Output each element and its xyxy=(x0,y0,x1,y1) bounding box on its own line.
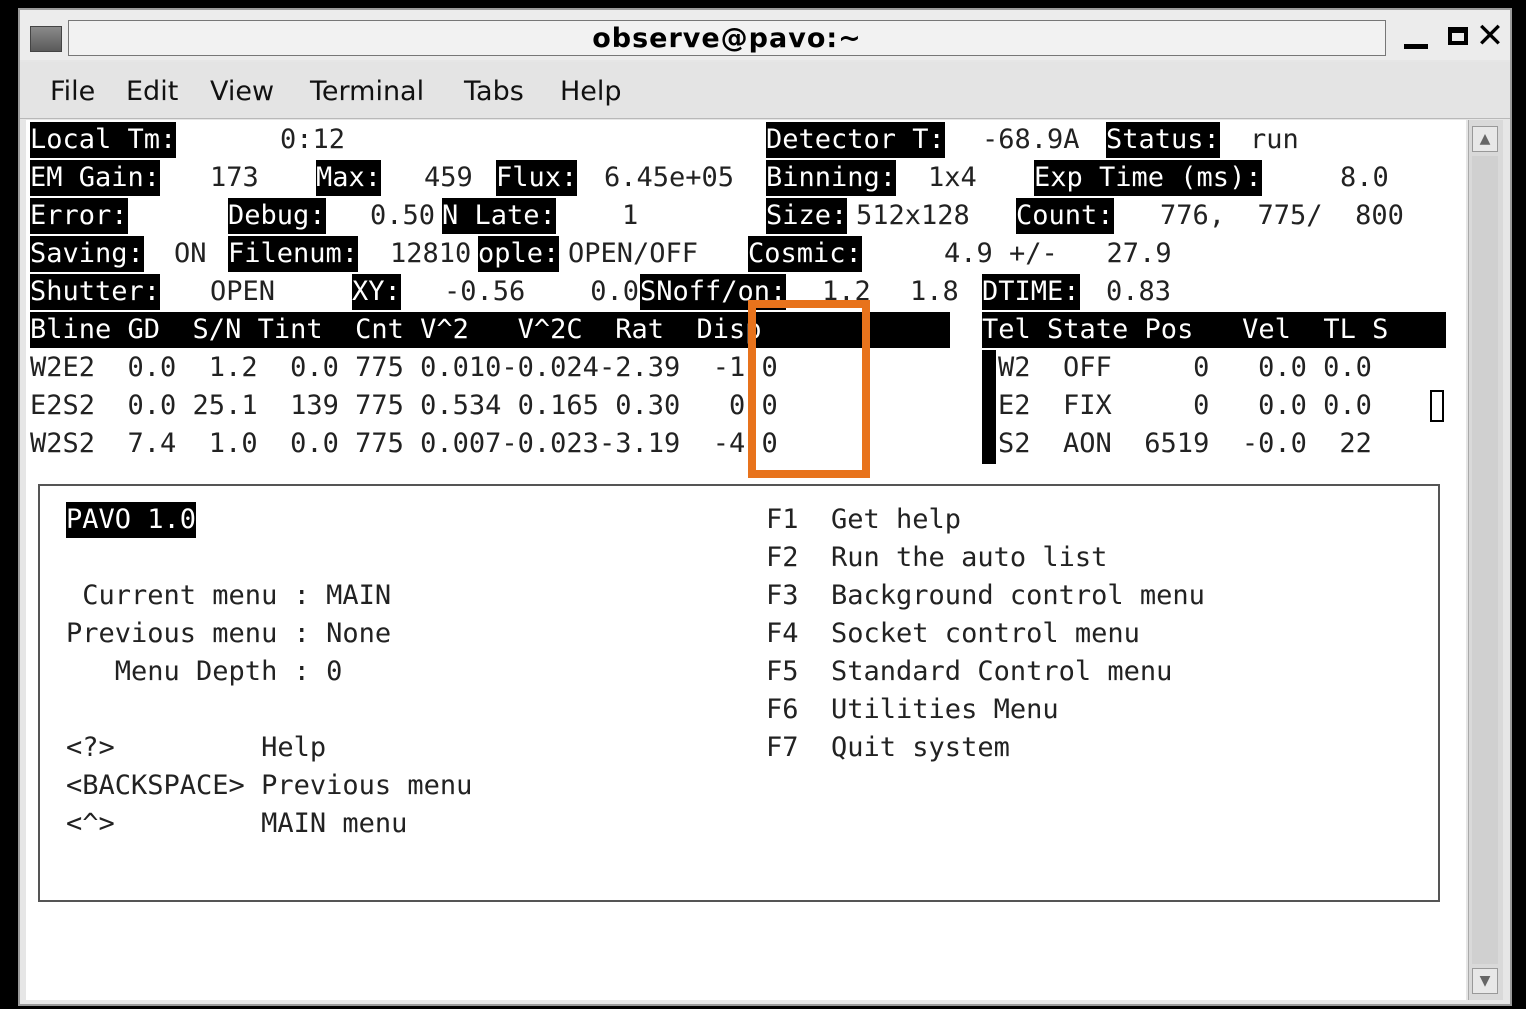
count-value: 776, 775/ 800 xyxy=(1160,200,1404,231)
menu-bar: File Edit View Terminal Tabs Help xyxy=(20,62,1510,119)
f3-background-control: F3 Background control menu xyxy=(766,580,1205,611)
max-value: 459 xyxy=(424,162,473,193)
baseline-row-w2s2: W2S2 7.4 1.0 0.0 775 0.007-0.023-3.19 -4… xyxy=(30,428,778,459)
vertical-scrollbar[interactable]: ▲ ▼ xyxy=(1468,120,1503,1000)
f1-get-help: F1 Get help xyxy=(766,504,962,535)
key-help: <?> Help xyxy=(66,732,327,763)
menu-view[interactable]: View xyxy=(210,76,274,107)
f2-run-auto-list: F2 Run the auto list xyxy=(766,542,1108,573)
saving-label: Saving: xyxy=(30,236,144,272)
ople-label: ople: xyxy=(478,236,560,272)
telescope-table-header: Tel State Pos Vel TL S xyxy=(982,312,1446,348)
binning-value: 1x4 xyxy=(928,162,977,193)
n-late-label: N Late: xyxy=(442,198,556,234)
menu-tabs[interactable]: Tabs xyxy=(464,76,524,107)
binning-label: Binning: xyxy=(766,160,897,196)
menu-file[interactable]: File xyxy=(50,76,95,107)
snoff-value-2: 1.8 xyxy=(910,276,959,307)
menu-terminal[interactable]: Terminal xyxy=(310,76,424,107)
flux-value: 6.45e+05 xyxy=(604,162,735,193)
text-cursor xyxy=(1430,390,1444,422)
app-version-title: PAVO 1.0 xyxy=(66,502,197,538)
size-value: 512x128 xyxy=(856,200,970,231)
f7-quit-system: F7 Quit system xyxy=(766,732,1010,763)
dtime-value: 0.83 xyxy=(1106,276,1172,307)
scroll-up-icon[interactable]: ▲ xyxy=(1472,126,1498,152)
menu-edit[interactable]: Edit xyxy=(126,76,178,107)
dtime-label: DTIME: xyxy=(982,274,1080,310)
key-previous-menu: <BACKSPACE> Previous menu xyxy=(66,770,473,801)
shutter-value: OPEN xyxy=(210,276,276,307)
local-tm-value: 0:12 xyxy=(280,124,346,155)
xy-label: XY: xyxy=(352,274,401,310)
flux-label: Flux: xyxy=(496,160,578,196)
status-value: run xyxy=(1250,124,1299,155)
local-tm-label: Local Tm: xyxy=(30,122,177,158)
f6-utilities-menu: F6 Utilities Menu xyxy=(766,694,1059,725)
error-label: Error: xyxy=(30,198,128,234)
cosmic-value: 4.9 +/- 27.9 xyxy=(944,238,1172,269)
disp-column-highlight xyxy=(748,300,870,478)
f4-socket-control: F4 Socket control menu xyxy=(766,618,1140,649)
menu-help[interactable]: Help xyxy=(560,76,622,107)
size-label: Size: xyxy=(766,198,848,234)
debug-label: Debug: xyxy=(228,198,326,234)
count-label: Count: xyxy=(1016,198,1114,234)
menu-depth-text: Menu Depth : 0 xyxy=(66,656,343,687)
filenum-value: 12810 xyxy=(390,238,472,269)
telescope-row-e2: E2 FIX 0 0.0 0.0 xyxy=(998,390,1372,421)
minimize-button[interactable] xyxy=(1398,16,1434,56)
window-title: observe@pavo:~ xyxy=(68,20,1386,56)
maximize-icon xyxy=(1448,27,1468,45)
ople-value: OPEN/OFF xyxy=(568,238,699,269)
saving-value: ON xyxy=(174,238,207,269)
f5-standard-control: F5 Standard Control menu xyxy=(766,656,1173,687)
max-label: Max: xyxy=(316,160,382,196)
maximize-button[interactable] xyxy=(1440,16,1476,56)
filenum-label: Filenum: xyxy=(228,236,359,272)
telescope-row-w2: W2 OFF 0 0.0 0.0 xyxy=(998,352,1372,383)
title-bar[interactable]: observe@pavo:~ ✕ xyxy=(20,10,1510,60)
status-label: Status: xyxy=(1106,122,1220,158)
em-gain-value: 173 xyxy=(210,162,259,193)
exp-time-label: Exp Time (ms): xyxy=(1034,160,1262,196)
current-menu-text: Current menu : MAIN xyxy=(66,580,392,611)
minimize-icon xyxy=(1404,43,1428,49)
detector-t-value: -68.9A xyxy=(982,124,1080,155)
previous-menu-text: Previous menu : None xyxy=(66,618,392,649)
debug-value: 0.50 xyxy=(370,200,436,231)
close-icon: ✕ xyxy=(1475,16,1505,56)
em-gain-label: EM Gain: xyxy=(30,160,161,196)
xy-value: -0.56 0.0 xyxy=(444,276,640,307)
shutter-label: Shutter: xyxy=(30,274,161,310)
baseline-row-w2e2: W2E2 0.0 1.2 0.0 775 0.010-0.024-2.39 -1… xyxy=(30,352,778,383)
key-main-menu: <^> MAIN menu xyxy=(66,808,408,839)
table-divider xyxy=(982,350,996,464)
scrollbar-track[interactable] xyxy=(1472,156,1498,964)
baseline-row-e2s2: E2S2 0.0 25.1 139 775 0.534 0.165 0.30 0… xyxy=(30,390,778,421)
cosmic-label: Cosmic: xyxy=(748,236,862,272)
scroll-down-icon[interactable]: ▼ xyxy=(1472,968,1498,994)
telescope-row-s2: S2 AON 6519 -0.0 22 xyxy=(998,428,1372,459)
window-menu-icon[interactable] xyxy=(30,26,62,52)
exp-time-value: 8.0 xyxy=(1340,162,1389,193)
close-button[interactable]: ✕ xyxy=(1472,16,1508,56)
n-late-value: 1 xyxy=(622,200,639,231)
detector-t-label: Detector T: xyxy=(766,122,945,158)
